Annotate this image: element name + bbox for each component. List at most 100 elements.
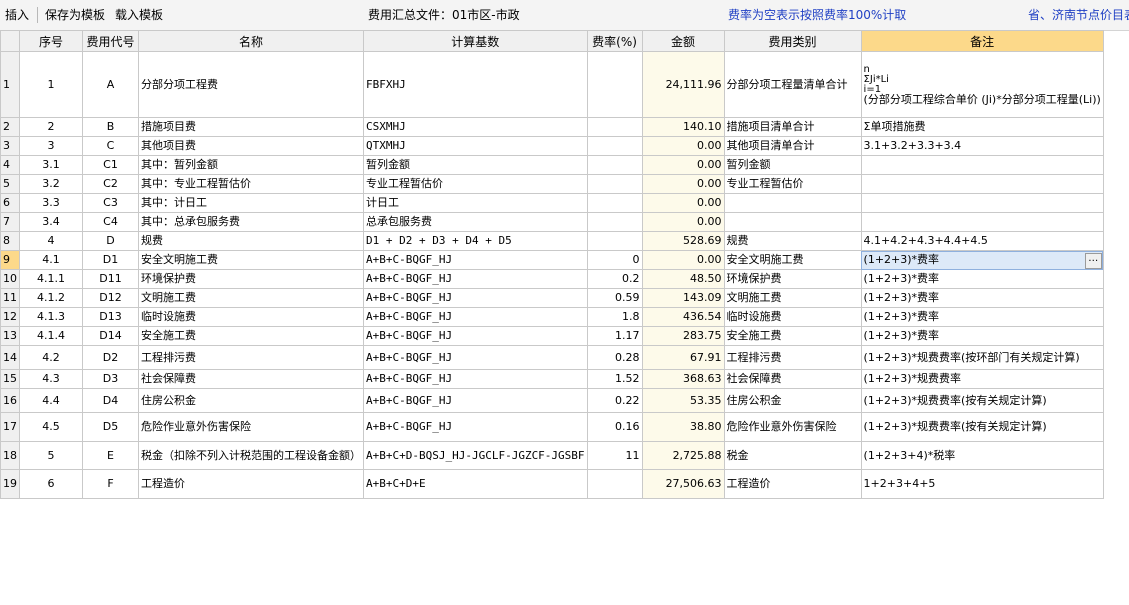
cell-category[interactable]: 分部分项工程量清单合计 (723, 51, 862, 118)
cell-name[interactable]: 环境保护费 (138, 269, 364, 289)
table-row[interactable]: 1 1 A 分部分项工程费 FBFXHJ 24,111.96 分部分项工程量清单… (0, 51, 1104, 118)
row-number[interactable]: 11 (0, 288, 20, 308)
table-row[interactable]: 11 4.1.2 D12 文明施工费 A+B+C-BQGF_HJ 0.59 14… (0, 288, 1104, 308)
row-number[interactable]: 2 (0, 117, 20, 137)
cell-remark[interactable]: (1+2+3)*规费费率(按环部门有关规定计算) (860, 345, 1104, 370)
row-number[interactable]: 4 (0, 155, 20, 175)
cell-name[interactable]: 工程排污费 (138, 345, 364, 370)
cell-amount[interactable]: 0.00 (641, 174, 725, 194)
cell-name[interactable]: 分部分项工程费 (138, 51, 364, 118)
cell-seq[interactable]: 3.3 (19, 193, 83, 213)
table-row[interactable]: 10 4.1.1 D11 环境保护费 A+B+C-BQGF_HJ 0.2 48.… (0, 269, 1104, 289)
cell-seq[interactable]: 3.1 (19, 155, 83, 175)
load-template-button[interactable]: 载入模板 (112, 5, 166, 25)
cell-base[interactable]: 专业工程暂估价 (363, 174, 588, 194)
cell-rate[interactable]: 1.52 (586, 369, 643, 389)
cell-category[interactable]: 住房公积金 (723, 388, 862, 413)
cell-name[interactable]: 措施项目费 (138, 117, 364, 137)
cell-rate[interactable]: 0.22 (586, 388, 643, 413)
cell-remark[interactable]: (1+2+3)*费率 (860, 326, 1104, 346)
cell-category[interactable]: 社会保障费 (723, 369, 862, 389)
row-number[interactable]: 15 (0, 369, 20, 389)
cell-category[interactable]: 暂列金额 (723, 155, 862, 175)
cell-amount[interactable]: 368.63 (641, 369, 725, 389)
cell-base[interactable]: A+B+C-BQGF_HJ (363, 412, 588, 442)
cell-amount[interactable]: 0.00 (641, 155, 725, 175)
cell-base[interactable]: A+B+C-BQGF_HJ (363, 326, 588, 346)
cell-base[interactable]: 暂列金额 (363, 155, 588, 175)
cell-rate[interactable]: 1.17 (586, 326, 643, 346)
col-header-base[interactable]: 计算基数 (363, 30, 588, 52)
cell-amount[interactable]: 53.35 (641, 388, 725, 413)
cell-code[interactable]: B (82, 117, 139, 137)
row-number[interactable]: 7 (0, 212, 20, 232)
cell-seq[interactable]: 4.2 (19, 345, 83, 370)
row-number[interactable]: 1 (0, 51, 20, 118)
cell-seq[interactable]: 3.4 (19, 212, 83, 232)
cell-category[interactable]: 税金 (723, 441, 862, 470)
cell-amount[interactable]: 2,725.88 (641, 441, 725, 470)
cell-base[interactable]: A+B+C-BQGF_HJ (363, 250, 588, 270)
table-row[interactable]: 13 4.1.4 D14 安全施工费 A+B+C-BQGF_HJ 1.17 28… (0, 326, 1104, 346)
cell-category[interactable]: 安全文明施工费 (723, 250, 862, 270)
cell-name[interactable]: 其中：总承包服务费 (138, 212, 364, 232)
row-number[interactable]: 6 (0, 193, 20, 213)
cell-rate[interactable]: 11 (586, 441, 643, 470)
cell-category[interactable]: 其他项目清单合计 (723, 136, 862, 156)
cell-amount[interactable]: 0.00 (641, 250, 725, 270)
cell-code[interactable]: D1 (82, 250, 139, 270)
cell-remark[interactable]: (1+2+3+4)*税率 (860, 441, 1104, 470)
cell-rate[interactable]: 0.28 (586, 345, 643, 370)
row-number[interactable]: 18 (0, 441, 20, 470)
cell-base[interactable]: FBFXHJ (363, 51, 588, 118)
cell-category[interactable]: 工程排污费 (723, 345, 862, 370)
table-row[interactable]: 15 4.3 D3 社会保障费 A+B+C-BQGF_HJ 1.52 368.6… (0, 369, 1104, 389)
cell-base[interactable]: CSXMHJ (363, 117, 588, 137)
cell-name[interactable]: 文明施工费 (138, 288, 364, 308)
cell-base[interactable]: QTXMHJ (363, 136, 588, 156)
cell-base[interactable]: A+B+C-BQGF_HJ (363, 307, 588, 327)
cell-remark[interactable]: (1+2+3)*费率… (860, 250, 1104, 270)
cell-rate[interactable] (586, 174, 643, 194)
cell-category[interactable] (723, 212, 862, 232)
col-header-category[interactable]: 费用类别 (723, 30, 862, 52)
cell-category[interactable]: 文明施工费 (723, 288, 862, 308)
row-number[interactable]: 16 (0, 388, 20, 413)
cell-amount[interactable]: 38.80 (641, 412, 725, 442)
cell-amount[interactable]: 143.09 (641, 288, 725, 308)
row-number[interactable]: 8 (0, 231, 20, 251)
cell-code[interactable]: D2 (82, 345, 139, 370)
cell-code[interactable]: D4 (82, 388, 139, 413)
table-row[interactable]: 16 4.4 D4 住房公积金 A+B+C-BQGF_HJ 0.22 53.35… (0, 388, 1104, 413)
cell-seq[interactable]: 4.1.4 (19, 326, 83, 346)
cell-rate[interactable] (586, 193, 643, 213)
cell-rate[interactable]: 0.2 (586, 269, 643, 289)
cell-seq[interactable]: 3 (19, 136, 83, 156)
cell-code[interactable]: C1 (82, 155, 139, 175)
table-row[interactable]: 6 3.3 C3 其中：计日工 计日工 0.00 (0, 193, 1104, 213)
row-number[interactable]: 3 (0, 136, 20, 156)
cell-amount[interactable]: 27,506.63 (641, 469, 725, 499)
cell-category[interactable]: 专业工程暂估价 (723, 174, 862, 194)
cell-seq[interactable]: 4.1.2 (19, 288, 83, 308)
cell-category[interactable]: 环境保护费 (723, 269, 862, 289)
cell-code[interactable]: F (82, 469, 139, 499)
cell-base[interactable]: A+B+C-BQGF_HJ (363, 388, 588, 413)
cell-base[interactable]: 总承包服务费 (363, 212, 588, 232)
cell-code[interactable]: D14 (82, 326, 139, 346)
cell-code[interactable]: C2 (82, 174, 139, 194)
cell-code[interactable]: C (82, 136, 139, 156)
table-row[interactable]: 8 4 D 规费 D1 + D2 + D3 + D4 + D5 528.69 规… (0, 231, 1104, 251)
col-header-code[interactable]: 费用代号 (82, 30, 139, 52)
cell-amount[interactable]: 140.10 (641, 117, 725, 137)
cell-code[interactable]: D13 (82, 307, 139, 327)
cell-amount[interactable]: 67.91 (641, 345, 725, 370)
cell-seq[interactable]: 2 (19, 117, 83, 137)
cell-seq[interactable]: 4.4 (19, 388, 83, 413)
cell-amount[interactable]: 24,111.96 (641, 51, 725, 118)
cell-rate[interactable]: 1.8 (586, 307, 643, 327)
cell-remark[interactable]: (1+2+3)*规费费率(按有关规定计算) (860, 388, 1104, 413)
cell-name[interactable]: 其中：专业工程暂估价 (138, 174, 364, 194)
save-template-button[interactable]: 保存为模板 (42, 5, 108, 25)
cell-remark[interactable]: (1+2+3)*费率 (860, 269, 1104, 289)
